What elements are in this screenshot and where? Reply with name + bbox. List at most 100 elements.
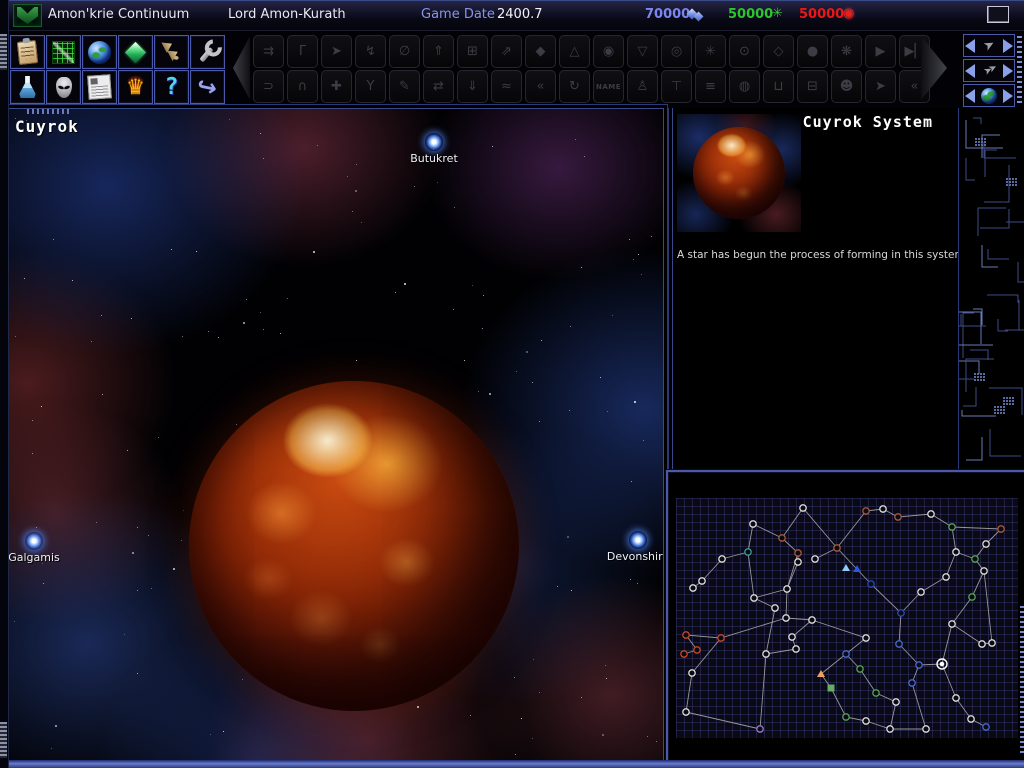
vehicle-design-button[interactable] (190, 35, 225, 69)
galaxy-node[interactable] (750, 521, 756, 527)
crate-button[interactable]: ◇ (763, 35, 794, 68)
recover-units-button[interactable]: ◆ (525, 35, 556, 68)
galaxy-node[interactable] (880, 506, 886, 512)
colonize-button[interactable]: ♙ (627, 70, 658, 103)
intelligence-button[interactable] (46, 70, 81, 104)
fleet-selector-next-arrow[interactable] (1003, 64, 1013, 78)
minimize-button[interactable] (987, 6, 1009, 23)
galaxy-node[interactable] (699, 578, 705, 584)
join-fleet-button[interactable]: ✚ (321, 70, 352, 103)
wormhole-button[interactable]: ❋ (831, 35, 862, 68)
galaxy-node[interactable] (923, 726, 929, 732)
asteroid-button[interactable]: ● (797, 35, 828, 68)
galaxy-node[interactable] (898, 610, 904, 616)
fleets-button[interactable] (154, 35, 189, 69)
system-thumbnail[interactable] (677, 114, 801, 232)
empires-button[interactable]: ♛ (118, 70, 153, 104)
galaxy-node[interactable] (887, 726, 893, 732)
galaxy-node[interactable] (943, 574, 949, 580)
galaxy-node[interactable] (795, 559, 801, 565)
star-butukret[interactable] (425, 133, 443, 151)
sentry-button[interactable]: ◎ (661, 35, 692, 68)
explode-button[interactable]: ✳ (695, 35, 726, 68)
unload-button[interactable]: ⇓ (457, 70, 488, 103)
galaxy-node[interactable] (968, 716, 974, 722)
load-cargo-button[interactable]: ⇑ (423, 35, 454, 68)
galaxy-node[interactable] (863, 635, 869, 641)
help-button[interactable]: ? (154, 70, 189, 104)
colonies-button[interactable] (118, 35, 153, 69)
galaxy-node[interactable] (772, 605, 778, 611)
galaxy-node[interactable] (828, 685, 835, 692)
cargo-pods-button[interactable]: ⊔ (763, 70, 794, 103)
galaxy-node[interactable] (918, 589, 924, 595)
galaxy-node[interactable] (949, 621, 955, 627)
galaxy-node[interactable] (683, 709, 689, 715)
station-button[interactable]: ◍ (729, 70, 760, 103)
galaxy-node[interactable] (843, 714, 849, 720)
rocket-button[interactable]: ➤ (321, 35, 352, 68)
galaxy-node[interactable] (809, 617, 815, 623)
fleet-selector-prev-arrow[interactable] (965, 64, 975, 78)
galaxy-node[interactable] (972, 556, 978, 562)
regroup-button[interactable]: « (525, 70, 556, 103)
resume-button[interactable]: ▶ (865, 35, 896, 68)
planet-selector-next-arrow[interactable] (1003, 89, 1013, 103)
supply-button[interactable]: ⊟ (797, 70, 828, 103)
planet-selector-prev-arrow[interactable] (965, 89, 975, 103)
rename-button[interactable]: NAME (593, 70, 624, 103)
galaxy-node[interactable] (694, 647, 700, 653)
ring-button[interactable]: ⊙ (729, 35, 760, 68)
attack-button[interactable]: ↯ (355, 35, 386, 68)
end-turn-button[interactable]: ↪ (190, 70, 225, 104)
repeat-orders-button[interactable]: Γ (287, 35, 318, 68)
galaxy-node[interactable] (784, 586, 790, 592)
stack-button[interactable]: ≡ (695, 70, 726, 103)
moons-button[interactable]: ◉ (593, 35, 624, 68)
star-galgamis[interactable] (25, 532, 43, 550)
forming-star[interactable] (189, 381, 519, 711)
ship-button[interactable]: ➤ (865, 70, 896, 103)
galaxy-node[interactable] (745, 549, 751, 555)
orbit-button[interactable]: ↻ (559, 70, 590, 103)
galaxy-node[interactable] (779, 535, 785, 541)
galaxy-node[interactable] (795, 550, 801, 556)
movement-button[interactable]: ⇉ (253, 35, 284, 68)
galaxy-node[interactable] (998, 526, 1004, 532)
galaxy-node[interactable] (800, 505, 806, 511)
galaxy-node[interactable] (718, 635, 724, 641)
system-view[interactable]: ButukretGalgamisDevonshire Cuyrok (8, 108, 664, 762)
galaxy-node[interactable] (909, 680, 915, 686)
galaxy-node[interactable] (981, 568, 987, 574)
galaxy-node[interactable] (873, 690, 879, 696)
galaxy-node[interactable] (690, 585, 696, 591)
ship-marker[interactable] (817, 670, 825, 677)
crew-button[interactable]: ☻ (831, 70, 862, 103)
galaxy-node[interactable] (719, 556, 725, 562)
mine-layer-button[interactable]: ⊤ (661, 70, 692, 103)
galaxy-node[interactable] (793, 646, 799, 652)
drop-cargo-button[interactable]: ⊞ (457, 35, 488, 68)
galaxy-node[interactable] (863, 718, 869, 724)
next-toolbar-page-arrow[interactable] (921, 36, 947, 100)
galaxy-map[interactable] (670, 472, 1024, 758)
star-devonshire[interactable] (629, 531, 647, 549)
galaxy-node[interactable] (812, 556, 818, 562)
galaxy-node[interactable] (783, 615, 789, 621)
galaxy-node[interactable] (953, 549, 959, 555)
galaxy-node[interactable] (681, 651, 687, 657)
warp-button[interactable]: △ (559, 35, 590, 68)
galaxy-node[interactable] (834, 545, 840, 551)
shield-dome-button[interactable]: ∩ (287, 70, 318, 103)
transfer-button[interactable]: ⇄ (423, 70, 454, 103)
galaxy-node[interactable] (916, 662, 922, 668)
convoy-button[interactable]: ≈ (491, 70, 522, 103)
galaxy-node[interactable] (896, 641, 902, 647)
design-edit-button[interactable]: ✎ (389, 70, 420, 103)
ship-selector-next-arrow[interactable] (1003, 39, 1013, 53)
galaxy-node[interactable] (751, 595, 757, 601)
galaxy-node[interactable] (989, 640, 995, 646)
galaxy-node[interactable] (757, 726, 763, 732)
ship-selector-prev-arrow[interactable] (965, 39, 975, 53)
log-button[interactable] (10, 35, 45, 69)
